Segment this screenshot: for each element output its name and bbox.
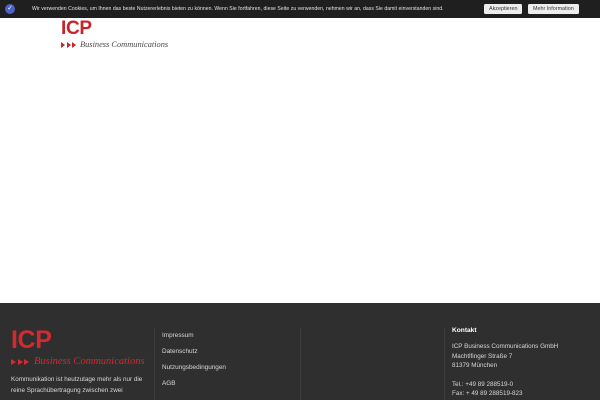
cookie-banner: ✓ Wir verwenden Cookies, um Ihnen das be… xyxy=(0,0,600,18)
contact-city: 81379 München xyxy=(452,362,498,369)
footer-logo-arrows-icon xyxy=(11,358,29,365)
footer-logo[interactable]: ICP Business Communications xyxy=(11,328,145,367)
footer-divider xyxy=(154,328,155,400)
footer-divider xyxy=(300,328,301,400)
logo-arrows-icon xyxy=(61,41,76,48)
footer-divider xyxy=(444,328,445,400)
check-icon: ✓ xyxy=(5,4,15,14)
logo-wordmark: ICP xyxy=(61,18,92,39)
footer-contact: Kontakt ICP Business Communications GmbH… xyxy=(452,327,558,399)
footer-link-impressum[interactable]: Impressum xyxy=(162,328,226,344)
cookie-text: Wir verwenden Cookies, um Ihnen das best… xyxy=(32,6,444,12)
contact-title: Kontakt xyxy=(452,327,477,334)
footer-link-nutzungsbedingungen[interactable]: Nutzungsbedingungen xyxy=(162,360,226,376)
contact-phone[interactable]: Tel.: +49 89 288519-0 xyxy=(452,380,558,390)
footer-logo-wordmark: ICP xyxy=(11,326,52,354)
footer-link-datenschutz[interactable]: Datenschutz xyxy=(162,344,226,360)
footer: ICP Business Communications Kommunikatio… xyxy=(0,303,600,400)
footer-description: Kommunikation ist heutzutage mehr als nu… xyxy=(11,376,143,394)
contact-company: ICP Business Communications GmbH xyxy=(452,343,559,350)
footer-logo-tagline: Business Communications xyxy=(34,356,145,367)
contact-fax: Fax: + 49 89 288519-823 xyxy=(452,390,523,397)
footer-link-agb[interactable]: AGB xyxy=(162,376,226,392)
contact-street: Machtlfinger Straße 7 xyxy=(452,352,513,360)
accept-cookies-button[interactable]: Akzeptieren xyxy=(484,4,523,14)
logo-tagline: Business Communications xyxy=(80,40,169,49)
footer-links: Impressum Datenschutz Nutzungsbedingunge… xyxy=(162,328,226,392)
header-logo[interactable]: ICP Business Communications xyxy=(61,19,171,53)
more-information-button[interactable]: Mehr Information xyxy=(528,4,579,14)
